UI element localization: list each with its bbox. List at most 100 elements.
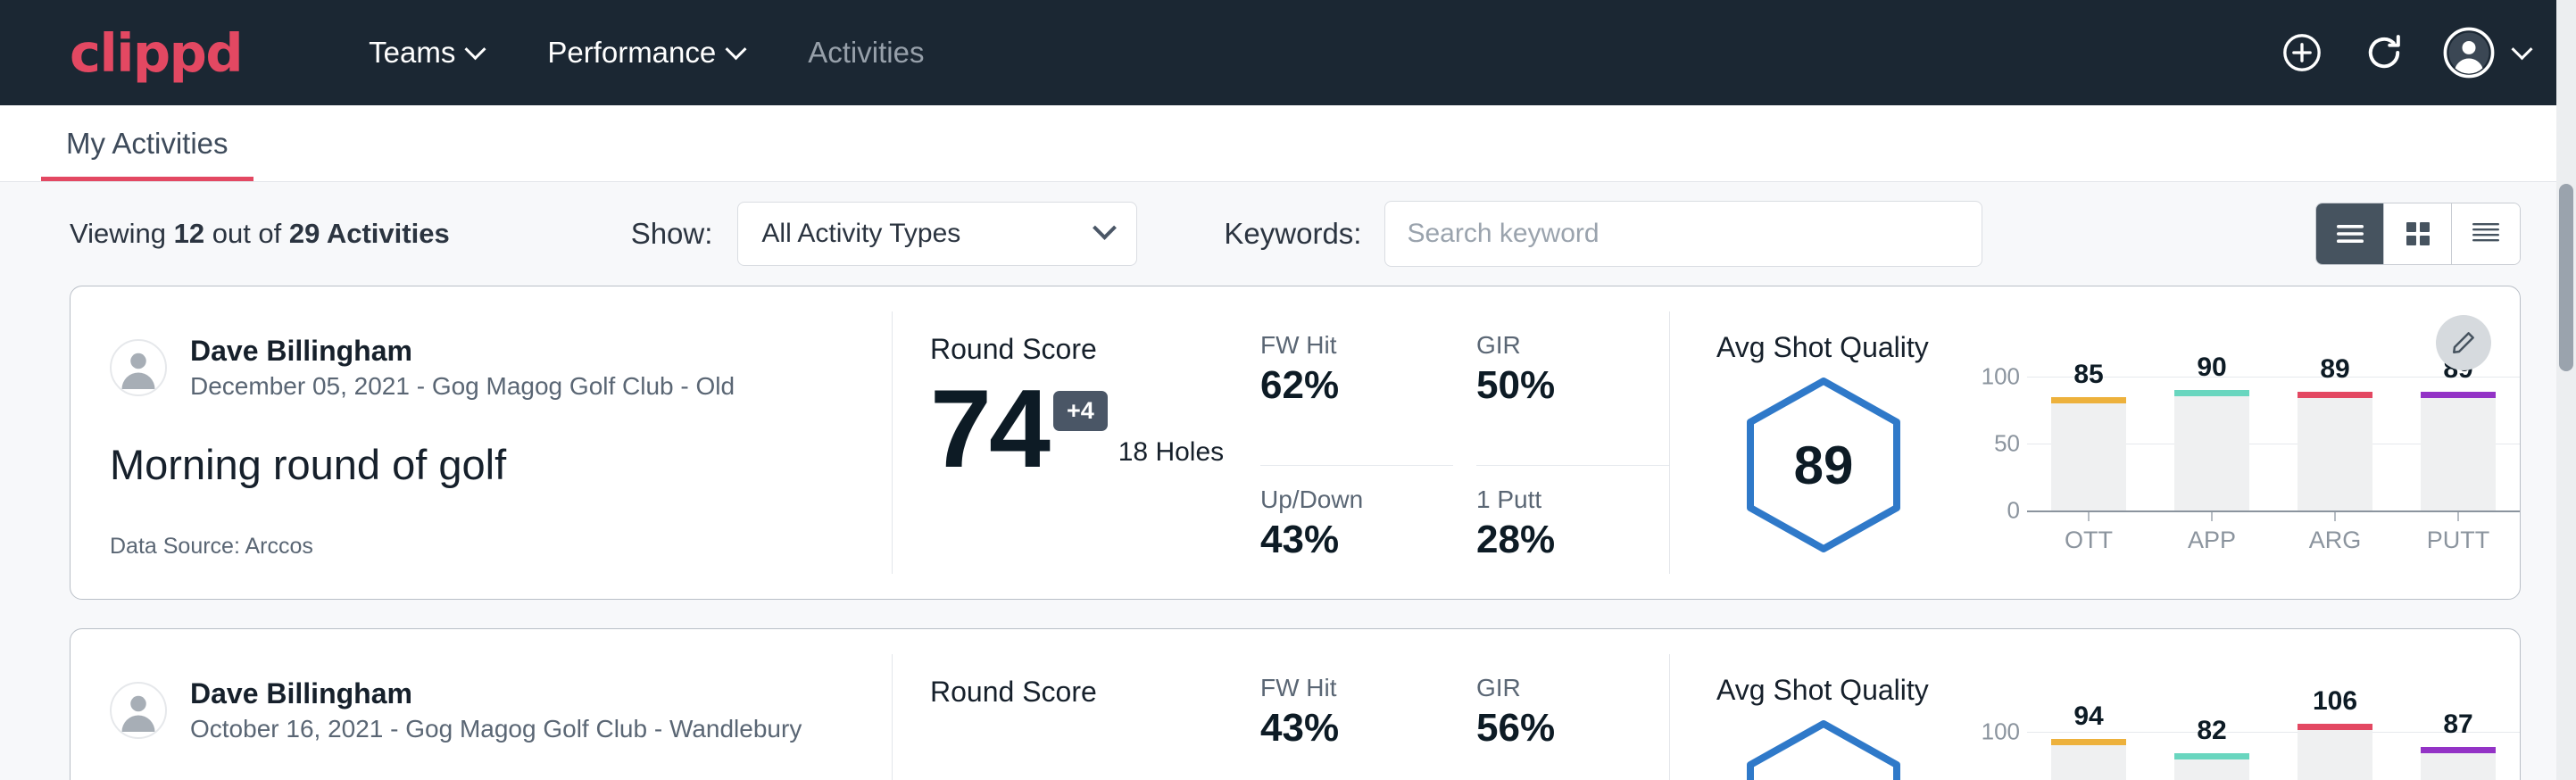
avg-shot-quality-body: 050100 948210687 OTTAPPARGPUTT [1716, 714, 2520, 780]
chart-bar-cap [2051, 739, 2126, 745]
round-score-row: 74 +4 18 Holes [930, 371, 1250, 487]
activity-card[interactable]: Dave Billingham December 05, 2021 - Gog … [70, 286, 2521, 600]
chart-bar-column[interactable]: 89 [2298, 377, 2372, 510]
tab-my-activities[interactable]: My Activities [41, 127, 253, 181]
stat-gir: GIR 56% [1476, 674, 1669, 780]
person-name: Dave Billingham [190, 676, 802, 711]
chart-bar [2174, 390, 2249, 510]
edit-activity-button[interactable] [2436, 315, 2491, 370]
stat-value: 28% [1476, 518, 1642, 562]
chart-bar-cap [2421, 392, 2496, 398]
chart-y-tick: 100 [1982, 363, 2020, 391]
nav-item-teams[interactable]: Teams [337, 36, 515, 70]
activity-type-select-value: All Activity Types [761, 219, 960, 249]
activity-title: Morning round of golf [110, 440, 892, 489]
viewing-count: 12 [174, 218, 204, 249]
activity-person: Dave Billingham December 05, 2021 - Gog … [110, 333, 892, 402]
chart-y-tick: 100 [1982, 718, 2020, 745]
list-view-button[interactable] [2316, 203, 2384, 264]
chart-bar-column[interactable]: 85 [2051, 377, 2126, 510]
chart-y-tick: 0 [2007, 497, 2020, 525]
chart-bars: 85 90 89 89 [2027, 377, 2520, 510]
refresh-icon[interactable] [2361, 29, 2407, 76]
stat-fw-hit: FW Hit 43% [1260, 674, 1453, 780]
chart-bar [2298, 392, 2372, 511]
view-mode-toggle [2315, 203, 2521, 265]
chart-bar-value: 106 [2313, 686, 2357, 717]
chart-plot-area: 94 82 106 87 [2027, 719, 2520, 780]
chart-x-label: ARG [2298, 527, 2372, 554]
stat-value: 62% [1260, 363, 1426, 408]
chart-bar-column[interactable]: 94 [2051, 719, 2126, 780]
chart-bar [2174, 753, 2249, 780]
stat-label: Up/Down [1260, 485, 1426, 514]
score-to-par-badge: +4 [1053, 391, 1108, 431]
stat-label: FW Hit [1260, 674, 1426, 702]
page-scrollbar[interactable] [2556, 0, 2576, 780]
avg-shot-quality-body: 89 050100 85908989 OTTAPPARGPUTT [1716, 371, 2520, 554]
chevron-down-icon [2511, 38, 2532, 60]
chart-bar-cap [2421, 747, 2496, 753]
chart-bar [2421, 747, 2496, 780]
search-input[interactable] [1384, 201, 1982, 267]
keyword-filter-group: Keywords: [1224, 201, 1982, 267]
chart-bar [2051, 397, 2126, 511]
round-score-label: Round Score [930, 333, 1250, 366]
nav-item-performance-label: Performance [547, 36, 716, 70]
stat-value: 56% [1476, 706, 1642, 751]
chart-bars: 94 82 106 87 [2027, 719, 2520, 780]
chart-bar-value: 87 [2443, 709, 2472, 740]
navbar-actions [2279, 27, 2530, 79]
round-score-block: Round Score 74 +4 18 Holes [893, 286, 1250, 599]
grid-view-button[interactable] [2384, 203, 2452, 264]
stat-label: GIR [1476, 331, 1642, 360]
compact-view-button[interactable] [2452, 203, 2520, 264]
chart-plot-area: 85 90 89 89 [2027, 377, 2520, 510]
chart-y-axis: 050100 [1972, 719, 2027, 780]
data-source-label: Data Source: Arccos [110, 534, 313, 560]
viewing-prefix: Viewing [70, 218, 174, 249]
chart-bar-cap [2298, 724, 2372, 730]
show-label: Show: [631, 217, 713, 251]
chart-bar-column[interactable]: 87 [2421, 719, 2496, 780]
stat-label: 1 Putt [1476, 485, 1642, 514]
chart-bar-value: 94 [2073, 701, 2103, 732]
chart-x-labels: OTTAPPARGPUTT [1972, 527, 2520, 554]
chart-x-label: OTT [2051, 527, 2126, 554]
activity-stats: FW Hit 43% GIR 56% [1250, 629, 1669, 780]
activity-card[interactable]: Dave Billingham October 16, 2021 - Gog M… [70, 628, 2521, 780]
viewing-count-text: Viewing 12 out of 29 Activities [70, 218, 450, 250]
activity-info: Dave Billingham December 05, 2021 - Gog … [71, 286, 892, 599]
clippd-logo[interactable]: clippd [70, 27, 242, 79]
stat-value: 50% [1476, 363, 1642, 408]
quality-score-value [1745, 719, 1902, 780]
stat-up-down: Up/Down 43% [1260, 466, 1453, 600]
quality-hexagon-wrap: 89 [1716, 371, 1931, 553]
chevron-down-icon [1093, 215, 1117, 239]
chart-bar-column[interactable]: 90 [2174, 377, 2249, 510]
chart-bar [2421, 392, 2496, 511]
chart-bar-value: 85 [2073, 360, 2103, 390]
scrollbar-thumb[interactable] [2559, 184, 2573, 371]
chart-bar-column[interactable]: 106 [2298, 719, 2372, 780]
chart-bar-cap [2174, 753, 2249, 759]
activity-meta: October 16, 2021 - Gog Magog Golf Club -… [190, 713, 802, 745]
chart-bar-column[interactable]: 82 [2174, 719, 2249, 780]
viewing-total: 29 Activities [289, 218, 450, 249]
stat-gir: GIR 50% [1476, 331, 1669, 466]
chart-bar [2298, 724, 2372, 780]
activity-type-select[interactable]: All Activity Types [737, 202, 1137, 266]
chart-gridline [2027, 510, 2520, 512]
shot-quality-bar-chart: 050100 948210687 OTTAPPARGPUTT [1931, 714, 2520, 780]
stat-value: 43% [1260, 706, 1426, 751]
chart-bar-cap [2051, 397, 2126, 403]
account-avatar[interactable] [2443, 27, 2530, 79]
avg-shot-quality-label: Avg Shot Quality [1716, 674, 2520, 707]
stat-label: GIR [1476, 674, 1642, 702]
nav-item-activities[interactable]: Activities [776, 36, 956, 70]
nav-item-performance[interactable]: Performance [515, 36, 776, 70]
chart-bar-column[interactable]: 89 [2421, 377, 2496, 510]
add-icon[interactable] [2279, 29, 2325, 76]
chart-bar-value: 90 [2197, 353, 2226, 383]
quality-hexagon: 89 [1745, 377, 1902, 553]
